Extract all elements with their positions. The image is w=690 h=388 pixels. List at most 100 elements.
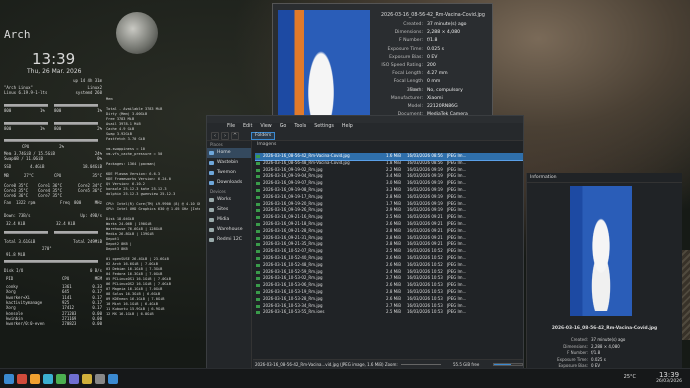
file-row[interactable]: 2026-03-16_10-52-07_Rm.jpg 2.5 MiB 16/03/2… <box>255 248 523 255</box>
file-date: 16/03/2026 09:21 <box>407 220 443 226</box>
file-type: JPEG Im... <box>447 248 467 254</box>
file-date: 16/03/2026 09:19 <box>407 186 443 192</box>
conky-panel: Arch 13:39 Thu, 26 Mar. 2026 up 14 4h 31… <box>2 28 104 366</box>
folders-button[interactable]: Folders <box>251 132 276 140</box>
file-name: 2026-03-16_09-19-04_Rm.jpg <box>255 173 385 180</box>
file-row[interactable]: 2026-03-16_09-19-26_Rm.jpg 2.9 MiB 16/03/2… <box>255 207 523 214</box>
file-row[interactable]: 2026-03-16_09-19-17_Rm.jpg 2.8 MiB 16/03/2… <box>255 194 523 201</box>
file-row[interactable]: 2026-03-16_09-21-16_Rm.jpg 2.5 MiB 16/03/2… <box>255 214 523 221</box>
file-row[interactable]: 2026-03-16_09-19-07_Rm.jpg 3.0 MiB 16/03/2… <box>255 180 523 187</box>
menu-edit[interactable]: Edit <box>243 123 252 131</box>
file-name: 2026-03-16_10-52-40_Rm.jpg <box>255 255 385 262</box>
taskbar-app-icon[interactable] <box>95 374 105 384</box>
core7: Core7 35°C <box>38 193 63 198</box>
menu-help[interactable]: Help <box>342 123 353 131</box>
file-row[interactable]: 2026-03-16_10-53-55_Rm.ioes 2.5 MiB 16/03/… <box>255 309 523 316</box>
freq-unit: MHz <box>94 200 102 205</box>
file-row[interactable]: 2026-03-16_08-56-48_Rm-Vacina-Covid.jpg 1… <box>255 160 523 167</box>
file-name: 2026-03-16_09-19-26_Rm.jpg <box>255 207 385 214</box>
place-label: Twemon <box>217 170 236 175</box>
menu-go[interactable]: Go <box>280 123 287 131</box>
taskbar-app-icon[interactable] <box>17 374 27 384</box>
cpu2-freq: 800 <box>4 126 12 131</box>
menu-settings[interactable]: Settings <box>314 123 334 131</box>
menu-view[interactable]: View <box>260 123 271 131</box>
file-row[interactable]: 2026-03-16_08-56-42_Rm-Vacina-Covid.jpg 1… <box>255 153 523 161</box>
exif-value: 0 EV <box>427 54 438 60</box>
file-row[interactable]: 2026-03-16_09-19-02_Rm.jpg 2.2 MiB 16/03/2… <box>255 167 523 174</box>
file-row[interactable]: 2026-03-16_10-53-34_Rm.jpg 2.7 MiB 16/03/2… <box>255 303 523 310</box>
place-downloads[interactable]: Downloads <box>207 178 251 188</box>
file-row[interactable]: 2026-03-16_09-19-08_Rm.jpg 3.3 MiB 16/03/2… <box>255 187 523 194</box>
file-row[interactable]: 2026-03-16_09-21-31_Rm.jpg 2.8 MiB 16/03/2… <box>255 235 523 242</box>
file-type: JPEG Im... <box>447 180 467 186</box>
process-name: kworker/0:0-even <box>6 321 45 327</box>
file-type: JPEG Im... <box>447 193 467 199</box>
file-date: 16/03/2026 10:53 <box>407 302 443 308</box>
file-size: 2.8 MiB <box>386 288 401 294</box>
taskbar-clock[interactable]: 13:39 26/03/2026 <box>656 371 682 384</box>
file-row[interactable]: 2026-03-16_09-21-28_Rm.jpg 2.8 MiB 16/03/2… <box>255 228 523 235</box>
file-row[interactable]: 2026-03-16_10-52-59_Rm.jpg 2.4 MiB 16/03/2… <box>255 269 523 276</box>
file-row[interactable]: 2026-03-16_10-53-02_Rm.jpg 2.7 MiB 16/03/2… <box>255 275 523 282</box>
back-icon[interactable]: ‹ <box>211 132 219 140</box>
file-name: 2026-03-16_09-21-16_Rm.jpg <box>255 214 385 221</box>
place-label: Home <box>217 150 231 155</box>
exif-row: Exposure Time: 0.025 s <box>381 46 491 54</box>
file-size: 2.9 MiB <box>386 207 401 213</box>
place-home[interactable]: Home <box>207 148 251 158</box>
process-mem: 0.17 <box>92 294 102 300</box>
device-midia[interactable]: Midia <box>207 215 251 225</box>
device-sites[interactable]: Sites <box>207 205 251 215</box>
file-row[interactable]: 2026-03-16_10-52-40_Rm.jpg 2.6 MiB 16/03/2… <box>255 255 523 262</box>
file-row[interactable]: 2026-03-16_09-21-35_Rm.jpg 2.8 MiB 16/03/2… <box>255 241 523 248</box>
device-redmi-12c[interactable]: Redmi 12C <box>207 235 251 245</box>
up-icon[interactable]: ^ <box>231 132 239 140</box>
exif-key: Focal Length 35mm: <box>393 79 423 93</box>
file-size: 1.7 MiB <box>386 200 401 206</box>
places-header: Places <box>210 142 223 147</box>
exif-key: Focal Length: <box>392 71 423 77</box>
taskbar-app-icon[interactable] <box>69 374 79 384</box>
menu-tools[interactable]: Tools <box>294 123 306 131</box>
place-twemon[interactable]: Twemon <box>207 168 251 178</box>
file-row[interactable]: 2026-03-16_10-53-19_Rm.jpg 2.8 MiB 16/03/2… <box>255 289 523 296</box>
process-mem: 0.00 <box>92 310 102 316</box>
menu-file[interactable]: File <box>227 123 235 131</box>
exif-row: Flash: No, compulsory <box>381 87 491 95</box>
breadcrumb[interactable]: Imagens <box>253 141 523 149</box>
devices-header: Devices <box>210 189 226 194</box>
taskbar-app-icon[interactable] <box>108 374 118 384</box>
weather-temp[interactable]: 25°C <box>624 374 636 380</box>
file-size: 2.5 MiB <box>386 248 401 254</box>
taskbar-app-icon[interactable] <box>43 374 53 384</box>
forward-icon[interactable]: › <box>221 132 229 140</box>
file-row[interactable]: 2026-03-16_09-19-04_Rm.jpg 3.4 MiB 16/03/2… <box>255 173 523 180</box>
taskbar-app-icon[interactable] <box>56 374 66 384</box>
taskbar-app-icon[interactable] <box>82 374 92 384</box>
file-row[interactable]: 2026-03-16_10-53-28_Rm.jpg 2.6 MiB 16/03/2… <box>255 296 523 303</box>
exif-row: Created: 37 minute(s) ago <box>381 21 491 29</box>
file-name: 2026-03-16_10-53-19_Rm.jpg <box>255 289 385 296</box>
place-wastebin[interactable]: Wastebin <box>207 158 251 168</box>
file-date: 16/03/2026 09:19 <box>407 207 443 213</box>
file-type: JPEG Im... <box>447 227 467 233</box>
file-name: 2026-03-16_10-53-28_Rm.jpg <box>255 296 385 303</box>
file-date: 16/03/2026 10:53 <box>407 288 443 294</box>
file-name: 2026-03-16_09-21-31_Rm.jpg <box>255 235 385 242</box>
file-row[interactable]: 2026-03-16_09-19-20_Rm.jpg 1.7 MiB 16/03/2… <box>255 201 523 208</box>
total-up: Total 249MiB <box>73 239 102 244</box>
taskbar-app-icon[interactable] <box>30 374 40 384</box>
information-panel: Information 2026-03-16_08-56-42_Rm-Vacin… <box>526 173 682 371</box>
device-works[interactable]: Works <box>207 195 251 205</box>
zoom-slider[interactable] <box>401 364 441 365</box>
window-titlebar[interactable] <box>207 116 523 123</box>
file-row[interactable]: 2026-03-16_10-53-06_Rm.jpg 2.6 MiB 16/03/2… <box>255 282 523 289</box>
file-name: 2026-03-16_10-53-02_Rm.jpg <box>255 275 385 282</box>
process-name: kworker+Xi <box>6 294 31 300</box>
file-row[interactable]: 2026-03-16_10-52-48_Rm.jpg 2.6 MiB 16/03/2… <box>255 262 523 269</box>
file-row[interactable]: 2026-03-16_09-21-18_Rm.jpg 2.6 MiB 16/03/2… <box>255 221 523 228</box>
process-pid: 271203 <box>62 310 76 316</box>
device-warehouse[interactable]: Warehouse <box>207 225 251 235</box>
taskbar-app-icon[interactable] <box>4 374 14 384</box>
